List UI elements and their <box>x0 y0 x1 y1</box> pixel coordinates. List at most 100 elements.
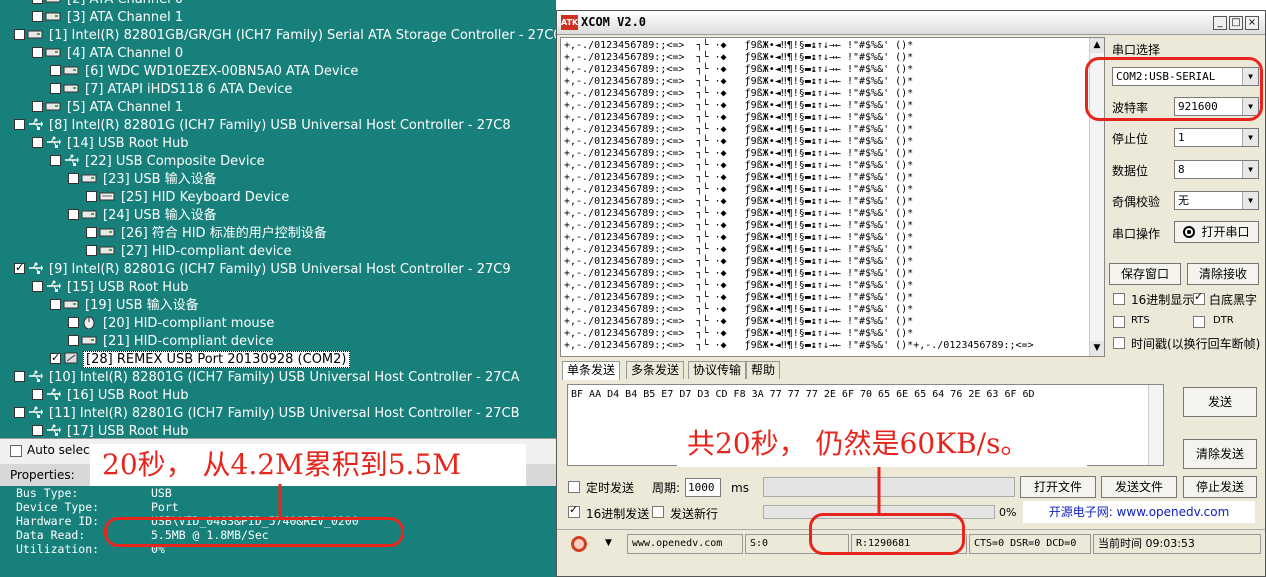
tree-item[interactable]: [27] HID-compliant device <box>86 243 294 261</box>
tree-item-checkbox[interactable] <box>86 227 97 238</box>
tree-item[interactable]: [7] ATAPI iHDS118 6 ATA Device <box>50 81 294 99</box>
scroll-up-icon[interactable]: ▲ <box>1090 38 1104 53</box>
tree-item[interactable]: [17] USB Root Hub <box>32 423 191 438</box>
dtr-checkbox[interactable] <box>1193 316 1205 328</box>
parity-select[interactable]: 无 ▼ <box>1174 191 1259 210</box>
open-port-button[interactable]: 打开串口 <box>1174 221 1259 243</box>
receive-scrollbar[interactable]: ▲ ▼ <box>1089 38 1104 356</box>
property-key: Hardware ID: <box>16 514 100 528</box>
tree-item[interactable]: [10] Intel(R) 82801G (ICH7 Family) USB U… <box>14 369 522 387</box>
hex-send-checkbox[interactable] <box>568 503 580 518</box>
save-window-button[interactable]: 保存窗口 <box>1109 263 1181 285</box>
keyboard-icon <box>99 189 115 203</box>
tree-item[interactable]: [21] HID-compliant device <box>68 333 276 351</box>
hex-display-checkbox[interactable] <box>1113 293 1125 305</box>
send-tab[interactable]: 单条发送 <box>562 361 621 380</box>
tree-item[interactable]: [1] Intel(R) 82801GB/GR/GH (ICH7 Family)… <box>14 27 556 45</box>
timed-send-checkbox[interactable] <box>568 481 580 493</box>
tree-item-checkbox[interactable] <box>32 47 43 58</box>
tree-item-checkbox[interactable] <box>68 173 79 184</box>
tree-item[interactable]: [11] Intel(R) 82801G (ICH7 Family) USB U… <box>14 405 522 423</box>
tree-item-checkbox[interactable] <box>14 29 25 40</box>
tree-item-checkbox[interactable] <box>14 259 25 277</box>
send-tab[interactable]: 协议传输 <box>688 361 747 379</box>
period-input[interactable]: 1000 <box>685 478 721 497</box>
tree-item-checkbox[interactable] <box>86 191 97 202</box>
tree-item[interactable]: [5] ATA Channel 1 <box>32 99 185 117</box>
tree-item[interactable]: [9] Intel(R) 82801G (ICH7 Family) USB Un… <box>14 259 513 279</box>
receive-area[interactable]: +,-./0123456789:;<=> ┐└ ·◆ ƒ9ßЖ•◄‼¶!§▬↨↑… <box>560 37 1105 357</box>
device-tree[interactable]: [2] ATA Channel 0 [3] ATA Channel 1 [1] In… <box>0 0 556 438</box>
port-select[interactable]: COM2:USB-SERIAL ▼ <box>1112 67 1259 86</box>
receive-line: +,-./0123456789:;<=> ┐└ ·◆ ƒ9ßЖ•◄‼¶!§▬↨↑… <box>564 136 914 147</box>
send-newline-checkbox[interactable] <box>652 506 664 518</box>
receive-line: +,-./0123456789:;<=> ┐└ ·◆ ƒ9ßЖ•◄‼¶!§▬↨↑… <box>564 172 914 183</box>
settings-gear-icon[interactable] <box>571 536 587 552</box>
receive-line: +,-./0123456789:;<=> ┐└ ·◆ ƒ9ßЖ•◄‼¶!§▬↨↑… <box>564 340 1034 351</box>
close-button[interactable]: × <box>1245 16 1259 30</box>
tree-item-checkbox[interactable] <box>68 335 79 346</box>
tree-item-checkbox[interactable] <box>50 65 61 76</box>
tree-item-checkbox[interactable] <box>14 407 25 418</box>
send-tab[interactable]: 多条发送 <box>626 361 685 379</box>
tree-item-checkbox[interactable] <box>86 245 97 256</box>
tree-item-checkbox[interactable] <box>14 371 25 382</box>
tree-item-checkbox[interactable] <box>32 137 43 148</box>
tree-item[interactable]: [15] USB Root Hub <box>32 279 191 297</box>
tree-item[interactable]: [2] ATA Channel 0 <box>32 0 185 9</box>
tree-item-checkbox[interactable] <box>50 155 61 166</box>
send-button[interactable]: 发送 <box>1183 387 1257 417</box>
receive-line: +,-./0123456789:;<=> ┐└ ·◆ ƒ9ßЖ•◄‼¶!§▬↨↑… <box>564 160 914 171</box>
auto-select-checkbox[interactable] <box>10 445 22 457</box>
baud-select[interactable]: 921600 ▼ <box>1174 97 1259 116</box>
send-file-button[interactable]: 发送文件 <box>1101 476 1177 498</box>
open-file-button[interactable]: 打开文件 <box>1020 476 1096 498</box>
tree-item[interactable]: [6] WDC WD10EZEX-00BN5A0 ATA Device <box>50 63 360 81</box>
tree-item-checkbox[interactable] <box>50 299 61 310</box>
data-bits-value: 8 <box>1178 163 1185 176</box>
tree-item[interactable]: [26] 符合 HID 标准的用户控制设备 <box>86 225 329 243</box>
tree-item[interactable]: [28] REMEX USB Port 20130928 (COM2) <box>50 349 350 369</box>
tree-item-checkbox[interactable] <box>68 317 79 328</box>
receive-line: +,-./0123456789:;<=> ┐└ ·◆ ƒ9ßЖ•◄‼¶!§▬↨↑… <box>564 148 914 159</box>
stop-send-button[interactable]: 停止发送 <box>1183 476 1257 498</box>
tree-item[interactable]: [20] HID-compliant mouse <box>68 315 276 333</box>
send-progress-label: 0% <box>999 506 1017 519</box>
tree-item-checkbox[interactable] <box>50 349 61 367</box>
tree-item[interactable]: [14] USB Root Hub <box>32 135 191 153</box>
tree-item-checkbox[interactable] <box>68 209 79 220</box>
tree-item[interactable]: [22] USB Composite Device <box>50 153 267 171</box>
send-scrollbar[interactable] <box>1148 385 1163 465</box>
tree-item-checkbox[interactable] <box>32 425 43 436</box>
tree-item-checkbox[interactable] <box>32 11 43 22</box>
tree-item[interactable]: [3] ATA Channel 1 <box>32 9 185 27</box>
minimize-button[interactable]: _ <box>1213 16 1227 30</box>
tree-item[interactable]: [19] USB 输入设备 <box>50 297 201 315</box>
tree-item-checkbox[interactable] <box>32 101 43 112</box>
tree-item-checkbox[interactable] <box>50 83 61 94</box>
data-bits-select[interactable]: 8 ▼ <box>1174 160 1259 179</box>
timestamp-checkbox[interactable] <box>1113 337 1125 349</box>
rts-checkbox[interactable] <box>1113 316 1125 328</box>
tree-item-checkbox[interactable] <box>32 389 43 400</box>
stop-bits-select[interactable]: 1 ▼ <box>1174 128 1259 147</box>
tree-item[interactable]: [8] Intel(R) 82801G (ICH7 Family) USB Un… <box>14 117 513 135</box>
tree-item-checkbox[interactable] <box>14 119 25 130</box>
status-received: R:1290681 <box>851 534 967 554</box>
tree-item[interactable]: [16] USB Root Hub <box>32 387 191 405</box>
tree-item[interactable]: [4] ATA Channel 0 <box>32 45 185 63</box>
tree-item[interactable]: [25] HID Keyboard Device <box>86 189 291 207</box>
maximize-button[interactable]: □ <box>1229 16 1243 30</box>
tree-item-checkbox[interactable] <box>32 0 43 4</box>
clear-send-button[interactable]: 清除发送 <box>1183 439 1257 469</box>
tree-item[interactable]: [23] USB 输入设备 <box>68 171 219 189</box>
send-tab[interactable]: 帮助 <box>746 361 781 379</box>
white-black-checkbox[interactable] <box>1193 290 1205 305</box>
dropdown-arrow-icon[interactable]: ▼ <box>605 538 612 548</box>
clear-receive-button[interactable]: 清除接收 <box>1187 263 1259 285</box>
scroll-down-icon[interactable]: ▼ <box>1090 341 1104 356</box>
tree-item[interactable]: [24] USB 输入设备 <box>68 207 219 225</box>
tree-item-label: [28] REMEX USB Port 20130928 (COM2) <box>83 351 350 368</box>
tree-item-checkbox[interactable] <box>32 281 43 292</box>
website-link[interactable]: 开源电子网: www.openedv.com <box>1023 501 1255 523</box>
